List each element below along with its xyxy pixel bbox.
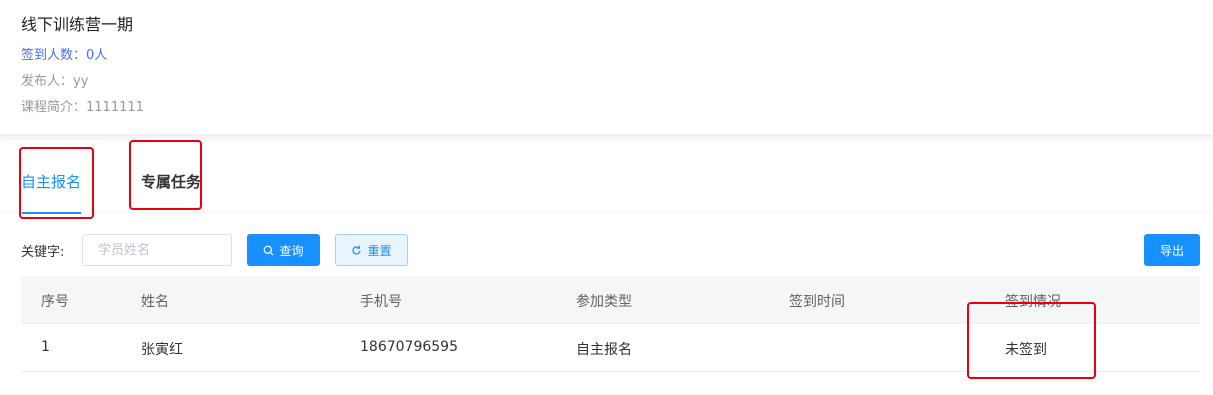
course-summary: 课程简介：1111111 [21,100,144,115]
cell-name: 张寅红 [141,342,183,358]
cell-type: 自主报名 [576,342,632,358]
cell-index: 1 [41,339,50,355]
highlight-box-tab-self [19,147,94,219]
reset-button-label: 重置 [367,243,392,258]
highlight-box-tab-exclusive [129,140,202,210]
highlight-box-sign-status [967,302,1096,379]
signed-count: 签到人数：0人 [21,48,108,63]
publisher: 发布人：yy [21,74,89,89]
registration-panel: 自主报名 专属任务 关键字: 查询 重置 导出 序号 姓名 手机号 参加类型 签… [0,140,1213,395]
header-type: 参加类型 [576,294,632,310]
export-button[interactable]: 导出 [1144,234,1200,266]
query-button-label: 查询 [279,243,304,258]
query-button[interactable]: 查询 [247,234,320,266]
refresh-icon [351,245,362,256]
cell-phone: 18670796595 [360,339,458,355]
header-phone: 手机号 [360,294,402,310]
search-input[interactable] [82,234,232,266]
header-name: 姓名 [141,294,169,310]
header-sign-time: 签到时间 [789,294,845,310]
keyword-label: 关键字: [21,245,65,260]
export-button-label: 导出 [1159,243,1184,258]
search-icon [263,245,274,256]
reset-button[interactable]: 重置 [335,234,408,266]
course-title: 线下训练营一期 [21,15,134,34]
course-info-card: 线下训练营一期 签到人数：0人 发布人：yy 课程简介：1111111 [0,0,1213,134]
header-index: 序号 [41,294,69,310]
